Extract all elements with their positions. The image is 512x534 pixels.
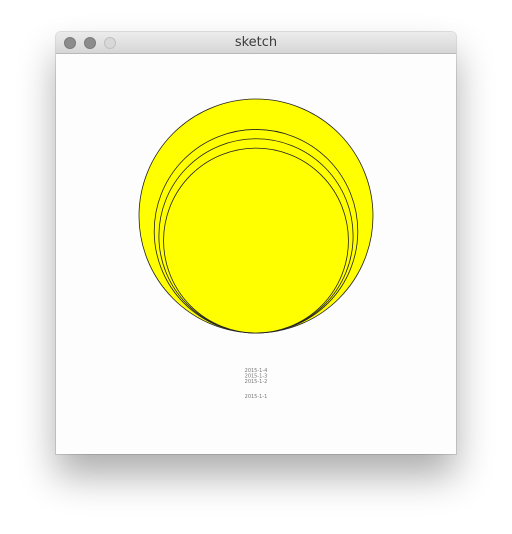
bubble-label-2015-1-4: 2015-1-4 — [245, 368, 268, 374]
sketch-canvas: 2015-1-1 2015-1-2 2015-1-3 2015-1-4 — [56, 54, 456, 454]
window-title: sketch — [234, 35, 278, 50]
bubble-2015-1-4 — [163, 147, 349, 334]
bubble-label-2015-1-1: 2015-1-1 — [245, 394, 268, 400]
bubble-label-2015-1-3: 2015-1-3 — [245, 374, 268, 380]
sketch-window: sketch 2015-1-1 2015-1-2 2015-1-3 2015-1-4 — [56, 32, 456, 454]
title-bar[interactable]: sketch — [56, 32, 456, 54]
circle-chart: 2015-1-1 2015-1-22015-1-32015-1-4 — [138, 98, 374, 400]
bubble-label-2015-1-2: 2015-1-2 — [245, 379, 268, 385]
